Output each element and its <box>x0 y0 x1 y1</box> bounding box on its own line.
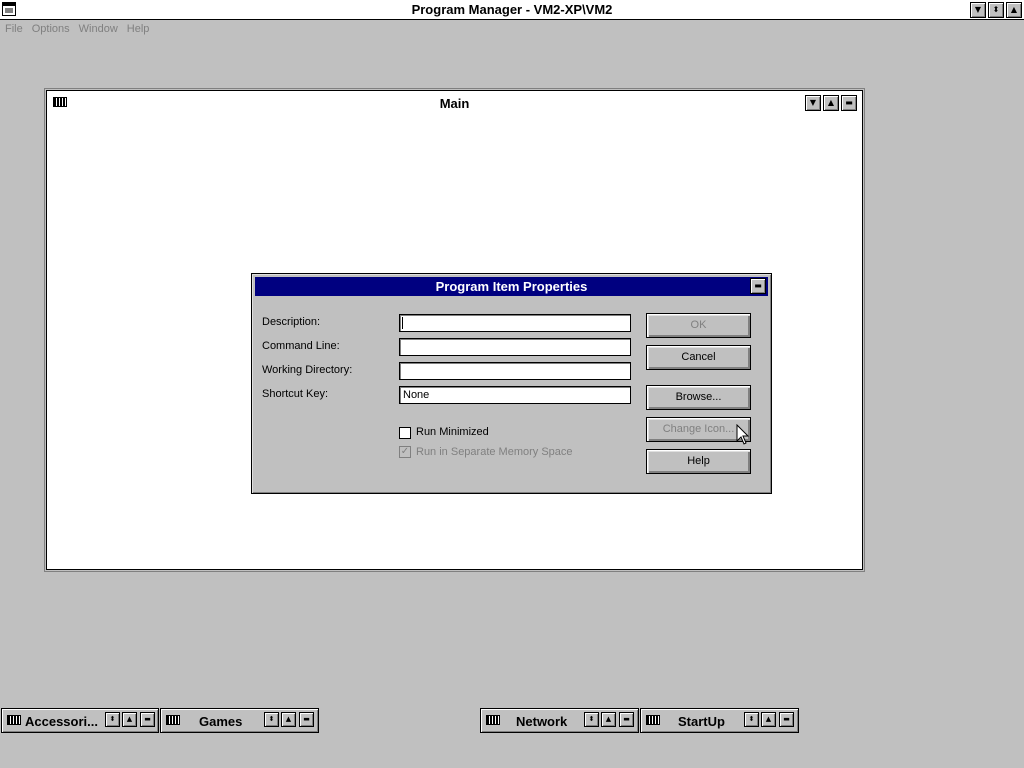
menu-options[interactable]: Options <box>27 21 74 35</box>
dialog-titlebar[interactable]: Program Item Properties ▬ <box>255 277 768 296</box>
group-minimize-button[interactable]: ▼ <box>805 95 821 111</box>
help-button[interactable]: Help <box>646 449 751 474</box>
program-item-properties-dialog: Program Item Properties ▬ Description: C… <box>251 273 772 494</box>
bar-button[interactable]: ▬ <box>299 712 314 727</box>
minimize-button[interactable]: ▼ <box>970 2 986 18</box>
description-input[interactable] <box>399 314 631 332</box>
group-icon <box>166 715 180 725</box>
minimized-group-network[interactable]: Network ⬍ ▲ ▬ <box>480 708 639 733</box>
restore-button[interactable]: ⬍ <box>105 712 120 727</box>
group-icon <box>486 715 500 725</box>
maximize-button[interactable]: ▲ <box>122 712 137 727</box>
cancel-button[interactable]: Cancel <box>646 345 751 370</box>
menu-bar: File Options Window Help <box>0 21 1024 39</box>
shortcut-key-input[interactable]: None <box>399 386 631 404</box>
maximize-button[interactable]: ▲ <box>761 712 776 727</box>
menu-help[interactable]: Help <box>122 21 154 35</box>
browse-button[interactable]: Browse... <box>646 385 751 410</box>
window-title: Program Manager - VM2-XP\VM2 <box>411 2 613 17</box>
dialog-title: Program Item Properties <box>435 279 588 294</box>
minimized-group-startup[interactable]: StartUp ⬍ ▲ ▬ <box>640 708 799 733</box>
group-label: Games <box>199 714 243 729</box>
run-minimized-checkbox[interactable] <box>399 427 411 439</box>
restore-button[interactable]: ⬍ <box>584 712 599 727</box>
shortcut-key-label: Shortcut Key: <box>262 388 329 400</box>
restore-button[interactable]: ⬍ <box>264 712 279 727</box>
mouse-pointer-icon <box>736 424 750 445</box>
minimized-group-accessories[interactable]: Accessori... ⬍ ▲ ▬ <box>1 708 159 733</box>
restore-button[interactable]: ⬍ <box>988 2 1004 18</box>
separate-memory-label: Run in Separate Memory Space <box>416 446 573 458</box>
restore-button[interactable]: ⬍ <box>744 712 759 727</box>
group-label: StartUp <box>678 714 725 729</box>
main-group-title: Main <box>439 96 470 111</box>
group-maximize-button[interactable]: ▲ <box>823 95 839 111</box>
group-label: Network <box>516 714 568 729</box>
bar-button[interactable]: ▬ <box>619 712 634 727</box>
command-line-label: Command Line: <box>262 340 340 352</box>
command-line-input[interactable] <box>399 338 631 356</box>
menu-window[interactable]: Window <box>74 21 122 35</box>
bar-button[interactable]: ▬ <box>779 712 794 727</box>
menu-file[interactable]: File <box>0 21 27 35</box>
group-label: Accessori... <box>25 714 98 729</box>
separate-memory-checkbox: ✓ <box>399 446 411 458</box>
main-group-titlebar[interactable]: Main ▼ ▲ ▬ <box>47 91 862 115</box>
group-icon <box>646 715 660 725</box>
text-caret <box>402 317 403 329</box>
group-bar-button[interactable]: ▬ <box>841 95 857 111</box>
maximize-button[interactable]: ▲ <box>601 712 616 727</box>
group-icon <box>7 715 21 725</box>
minimized-group-games[interactable]: Games ⬍ ▲ ▬ <box>160 708 319 733</box>
ok-button[interactable]: OK <box>646 313 751 338</box>
program-manager-titlebar: Program Manager - VM2-XP\VM2 ▼ ⬍ ▲ <box>0 0 1024 20</box>
maximize-button[interactable]: ▲ <box>1006 2 1022 18</box>
run-minimized-label[interactable]: Run Minimized <box>416 426 489 438</box>
maximize-button[interactable]: ▲ <box>281 712 296 727</box>
working-directory-label: Working Directory: <box>262 364 353 376</box>
dialog-system-menu-button[interactable]: ▬ <box>750 278 766 294</box>
description-label: Description: <box>262 316 321 328</box>
bar-button[interactable]: ▬ <box>140 712 155 727</box>
working-directory-input[interactable] <box>399 362 631 380</box>
